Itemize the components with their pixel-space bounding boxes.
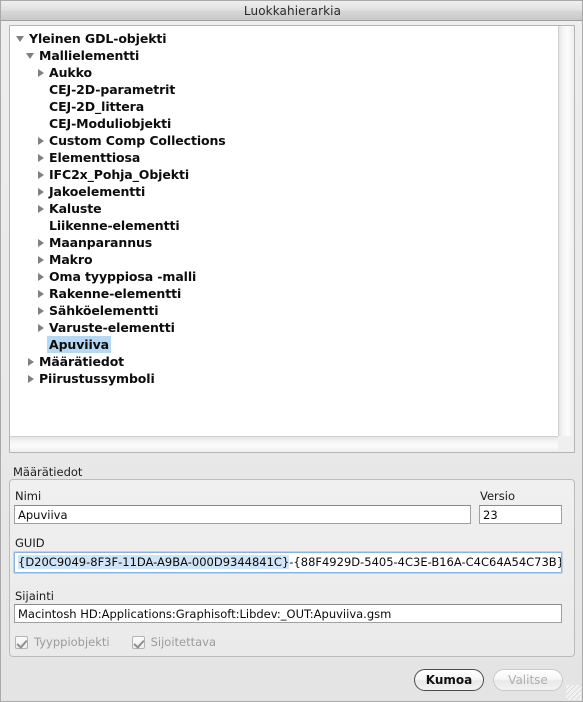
tree-item[interactable]: CEJ-2D-parametrit — [10, 81, 558, 98]
tree-item[interactable]: Apuviiva — [10, 336, 558, 353]
guid-selected-text: {D20C9049-8F3F-11DA-A9BA-000D9344841C} — [18, 555, 290, 569]
class-tree-viewport[interactable]: Yleinen GDL-objekti Mallielementti Aukko CE… — [10, 26, 559, 437]
tree-item-label: CEJ-Moduliobjekti — [49, 116, 172, 131]
disclosure-triangle-closed-icon[interactable] — [36, 64, 47, 81]
tree-item-label: Kaluste — [49, 201, 102, 216]
tree-item[interactable]: Liikenne-elementti — [10, 217, 558, 234]
checkbox-placeable-label: Sijoitettava — [150, 635, 217, 649]
disclosure-triangle-closed-icon[interactable] — [26, 370, 37, 387]
name-label: Nimi — [15, 489, 42, 503]
checkbox-placeable[interactable]: Sijoitettava — [131, 635, 217, 649]
tree-item[interactable]: Aukko — [10, 64, 558, 81]
checkbox-type-object[interactable]: Tyyppiobjekti — [15, 635, 110, 649]
disclosure-triangle-open-icon[interactable] — [16, 30, 27, 47]
name-input[interactable] — [14, 505, 471, 524]
disclosure-triangle-closed-icon[interactable] — [26, 353, 37, 370]
tree-item-label: Jakoelementti — [49, 184, 146, 199]
location-label: Sijainti — [15, 589, 54, 603]
checkmark-icon — [15, 635, 28, 649]
tree-item-label: Rakenne-elementti — [49, 286, 182, 301]
disclosure-triangle-closed-icon[interactable] — [36, 149, 47, 166]
tree-item-label: CEJ-2D-parametrit — [49, 82, 176, 97]
disclosure-triangle-closed-icon[interactable] — [36, 319, 47, 336]
disclosure-triangle-closed-icon[interactable] — [36, 285, 47, 302]
tree-item-label: Makro — [49, 252, 93, 267]
guid-input[interactable]: {D20C9049-8F3F-11DA-A9BA-000D9344841C}-{… — [14, 552, 562, 573]
disclosure-triangle-closed-icon[interactable] — [36, 183, 47, 200]
details-group-title: Määrätiedot — [13, 465, 83, 479]
tree-item-label: Yleinen GDL-objekti — [29, 31, 167, 46]
tree-item-label: CEJ-2D_littera — [49, 99, 145, 114]
tree-item[interactable]: Mallielementti — [10, 47, 558, 64]
version-label: Versio — [480, 489, 515, 503]
tree-item[interactable]: Maanparannus — [10, 234, 558, 251]
checkmark-icon — [131, 635, 145, 649]
disclosure-triangle-closed-icon[interactable] — [36, 200, 47, 217]
tree-item[interactable]: Custom Comp Collections — [10, 132, 558, 149]
guid-label: GUID — [15, 536, 45, 550]
tree-item-label: Sähköelementti — [49, 303, 159, 318]
disclosure-triangle-closed-icon[interactable] — [36, 132, 47, 149]
select-button: Valitse — [493, 669, 563, 691]
tree-item[interactable]: Yleinen GDL-objekti — [10, 30, 558, 47]
version-input[interactable] — [479, 505, 562, 524]
disclosure-triangle-open-icon[interactable] — [26, 47, 37, 64]
tree-item-label: IFC2x_Pohja_Objekti — [49, 167, 190, 182]
tree-item[interactable]: Varuste-elementti — [10, 319, 558, 336]
tree-item[interactable]: IFC2x_Pohja_Objekti — [10, 166, 558, 183]
checkbox-type-object-label: Tyyppiobjekti — [34, 635, 110, 649]
tree-item[interactable]: Elementtiosa — [10, 149, 558, 166]
tree-item-label: Apuviiva — [47, 336, 112, 353]
tree-item-label: Liikenne-elementti — [49, 218, 180, 233]
tree-item[interactable]: CEJ-2D_littera — [10, 98, 558, 115]
tree-item[interactable]: Kaluste — [10, 200, 558, 217]
scrollbar-corner — [558, 436, 574, 452]
disclosure-triangle-closed-icon[interactable] — [36, 268, 47, 285]
guid-remaining-text: -{88F4929D-5405-4C3E-B16A-C4C64A54C73B} — [289, 555, 562, 569]
location-input[interactable] — [14, 604, 562, 623]
tree-item-label: Elementtiosa — [49, 150, 141, 165]
tree-horizontal-scrollbar[interactable] — [10, 436, 559, 452]
class-hierarchy-dialog: Luokkahierarkia Yleinen GDL-objekti Malli… — [0, 0, 583, 702]
details-checkbox-row: Tyyppiobjekti Sijoitettava — [15, 635, 238, 649]
class-tree-panel: Yleinen GDL-objekti Mallielementti Aukko CE… — [9, 25, 575, 453]
disclosure-triangle-closed-icon[interactable] — [36, 302, 47, 319]
tree-item[interactable]: CEJ-Moduliobjekti — [10, 115, 558, 132]
tree-item[interactable]: Määrätiedot — [10, 353, 558, 370]
cancel-button[interactable]: Kumoa — [414, 669, 484, 691]
tree-item[interactable]: Rakenne-elementti — [10, 285, 558, 302]
disclosure-triangle-closed-icon[interactable] — [36, 251, 47, 268]
resize-grip[interactable] — [566, 685, 581, 700]
tree-item-label: Maanparannus — [49, 235, 153, 250]
tree-item[interactable]: Sähköelementti — [10, 302, 558, 319]
tree-item-label: Oma tyyppiosa -malli — [49, 269, 197, 284]
tree-item[interactable]: Jakoelementti — [10, 183, 558, 200]
tree-item-label: Varuste-elementti — [49, 320, 175, 335]
tree-item-label: Custom Comp Collections — [49, 133, 226, 148]
tree-item-label: Aukko — [49, 65, 92, 80]
tree-item[interactable]: Oma tyyppiosa -malli — [10, 268, 558, 285]
tree-item-label: Määrätiedot — [39, 354, 125, 369]
tree-vertical-scrollbar[interactable] — [558, 26, 574, 437]
tree-item[interactable]: Piirustussymboli — [10, 370, 558, 387]
tree-item-label: Piirustussymboli — [39, 371, 155, 386]
tree-item-label: Mallielementti — [39, 48, 140, 63]
disclosure-triangle-closed-icon[interactable] — [36, 166, 47, 183]
title-bar: Luokkahierarkia — [1, 1, 582, 21]
disclosure-triangle-closed-icon[interactable] — [36, 234, 47, 251]
window-title: Luokkahierarkia — [243, 3, 342, 18]
class-tree-list[interactable]: Yleinen GDL-objekti Mallielementti Aukko CE… — [10, 26, 558, 387]
tree-item[interactable]: Makro — [10, 251, 558, 268]
